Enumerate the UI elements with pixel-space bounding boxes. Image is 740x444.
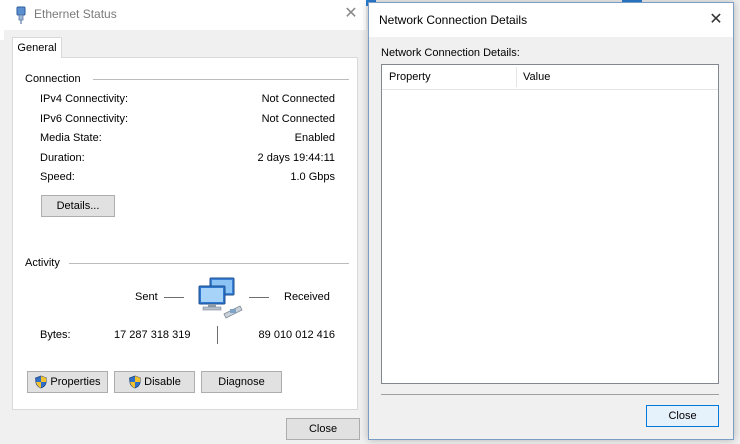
network-computers-icon — [198, 277, 243, 319]
column-header-value[interactable]: Value — [523, 71, 550, 83]
close-button[interactable]: Close — [646, 405, 719, 427]
sent-label: Sent — [135, 291, 158, 303]
close-button[interactable]: Close — [286, 418, 360, 440]
disable-button[interactable]: Disable — [114, 371, 195, 393]
list-header: Property Value — [382, 65, 718, 90]
close-icon[interactable]: ✕ — [703, 7, 729, 33]
bytes-divider — [217, 326, 218, 344]
uac-shield-icon — [35, 375, 48, 389]
title-bar: Ethernet Status ✕ — [4, 0, 366, 30]
details-list[interactable]: Property Value — [381, 64, 719, 384]
received-label: Received — [284, 291, 330, 303]
close-icon[interactable]: ✕ — [336, 0, 366, 28]
bytes-received-value: 89 010 012 416 — [258, 329, 335, 341]
footer-divider — [381, 394, 719, 395]
activity-group-label: Activity — [25, 257, 60, 269]
activity-group-divider — [69, 263, 349, 264]
ipv6-connectivity-value: Not Connected — [261, 113, 335, 125]
details-list-label: Network Connection Details: — [381, 47, 520, 59]
window-title: Network Connection Details — [379, 13, 528, 27]
ethernet-plug-icon — [16, 6, 26, 24]
properties-button-label: Properties — [50, 376, 101, 389]
connection-group-divider — [93, 79, 349, 80]
bytes-label: Bytes: — [40, 329, 71, 341]
diagnose-button[interactable]: Diagnose — [201, 371, 282, 393]
duration-label: Duration: — [40, 152, 85, 164]
ipv4-connectivity-label: IPv4 Connectivity: — [40, 93, 129, 105]
received-dash — [249, 297, 269, 298]
column-header-property[interactable]: Property — [389, 71, 431, 83]
bytes-sent-value: 17 287 318 319 — [114, 329, 191, 341]
window-title: Ethernet Status — [34, 7, 117, 21]
ipv6-connectivity-label: IPv6 Connectivity: — [40, 113, 129, 125]
tab-general[interactable]: General — [12, 37, 62, 58]
duration-value: 2 days 19:44:11 — [257, 152, 335, 164]
sent-dash — [164, 297, 184, 298]
column-separator[interactable] — [516, 67, 517, 87]
ipv4-connectivity-value: Not Connected — [261, 93, 335, 105]
network-connection-details-window: Network Connection Details ✕ Network Con… — [368, 2, 734, 440]
ethernet-status-window: Ethernet Status ✕ General Connection IPv… — [4, 0, 366, 444]
title-bar: Network Connection Details ✕ — [369, 3, 733, 37]
connection-group-label: Connection — [25, 73, 81, 85]
details-button[interactable]: Details... — [41, 195, 115, 217]
speed-value: 1.0 Gbps — [290, 171, 335, 183]
media-state-value: Enabled — [294, 132, 335, 144]
media-state-label: Media State: — [40, 132, 102, 144]
properties-button[interactable]: Properties — [27, 371, 108, 393]
disable-button-label: Disable — [144, 376, 181, 389]
uac-shield-icon — [129, 375, 142, 389]
general-tab-panel: Connection IPv4 Connectivity: Not Connec… — [12, 57, 358, 410]
speed-label: Speed: — [40, 171, 75, 183]
